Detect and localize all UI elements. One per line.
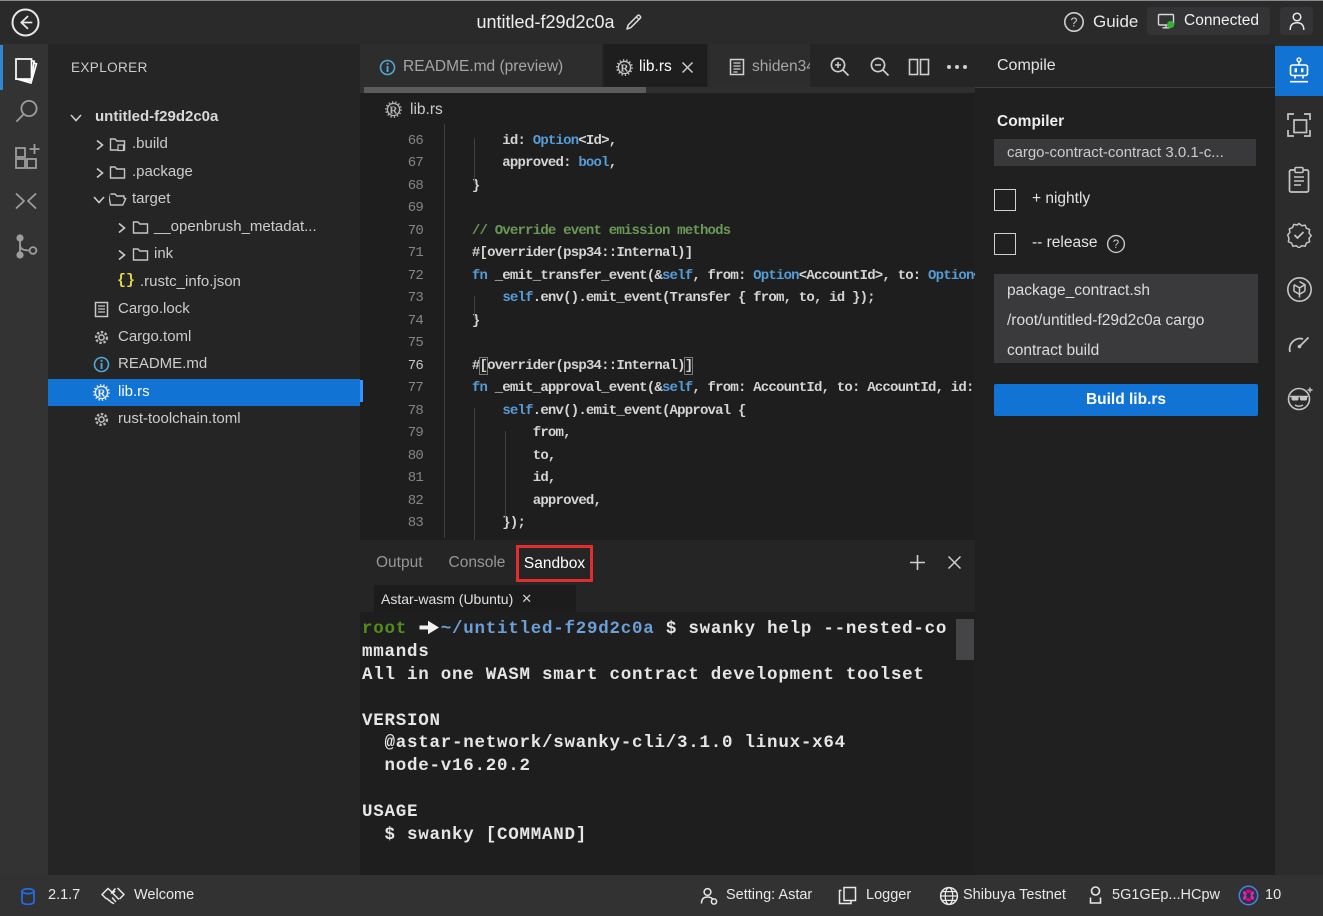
svg-text:?: ? [1071, 15, 1078, 29]
svg-text:?: ? [1113, 239, 1119, 251]
svg-text:R: R [390, 105, 399, 117]
svg-text:R: R [621, 62, 630, 74]
svg-text:R: R [98, 387, 107, 399]
